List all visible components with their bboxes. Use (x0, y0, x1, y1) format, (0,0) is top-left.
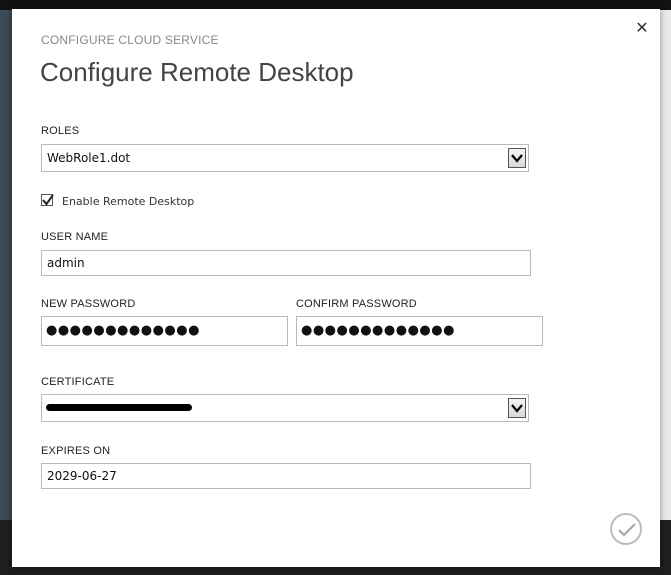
checkmark-icon (618, 523, 636, 537)
username-input[interactable]: admin (41, 250, 531, 276)
confirm-password-label: CONFIRM PASSWORD (296, 298, 417, 310)
confirm-password-value: ●●●●●●●●●●●●● (301, 323, 455, 338)
configure-remote-desktop-dialog: ✕ CONFIGURE CLOUD SERVICE Configure Remo… (12, 9, 660, 567)
username-value: admin (47, 256, 85, 270)
roles-dropdown-arrow[interactable] (508, 148, 526, 168)
confirm-password-input[interactable]: ●●●●●●●●●●●●● (296, 316, 543, 346)
dialog-subtitle: CONFIGURE CLOUD SERVICE (41, 33, 219, 47)
redacted-certificate-value (46, 404, 192, 411)
enable-remote-desktop-checkbox[interactable] (41, 194, 54, 206)
background-left-panel (0, 10, 12, 520)
chevron-down-icon (511, 404, 523, 413)
checkmark-icon (42, 194, 54, 206)
close-button[interactable]: ✕ (634, 19, 650, 37)
ok-button[interactable] (610, 513, 642, 545)
certificate-dropdown-arrow[interactable] (508, 398, 526, 418)
new-password-label: NEW PASSWORD (41, 298, 136, 310)
enable-remote-desktop-label: Enable Remote Desktop (62, 195, 195, 208)
roles-selected-value: WebRole1.dot (47, 151, 131, 165)
background-right-panel (660, 10, 671, 520)
certificate-select[interactable] (41, 394, 529, 422)
expires-on-input[interactable]: 2029-06-27 (41, 463, 531, 489)
certificate-label: CERTIFICATE (41, 376, 115, 388)
expires-on-value: 2029-06-27 (47, 469, 117, 483)
close-icon: ✕ (635, 18, 649, 37)
new-password-input[interactable]: ●●●●●●●●●●●●● (41, 316, 288, 346)
roles-select[interactable]: WebRole1.dot (41, 144, 529, 172)
username-label: USER NAME (41, 231, 109, 243)
roles-label: ROLES (41, 125, 80, 137)
expires-on-label: EXPIRES ON (41, 445, 111, 457)
new-password-value: ●●●●●●●●●●●●● (46, 323, 200, 338)
dialog-title: Configure Remote Desktop (40, 57, 354, 87)
chevron-down-icon (511, 154, 523, 163)
